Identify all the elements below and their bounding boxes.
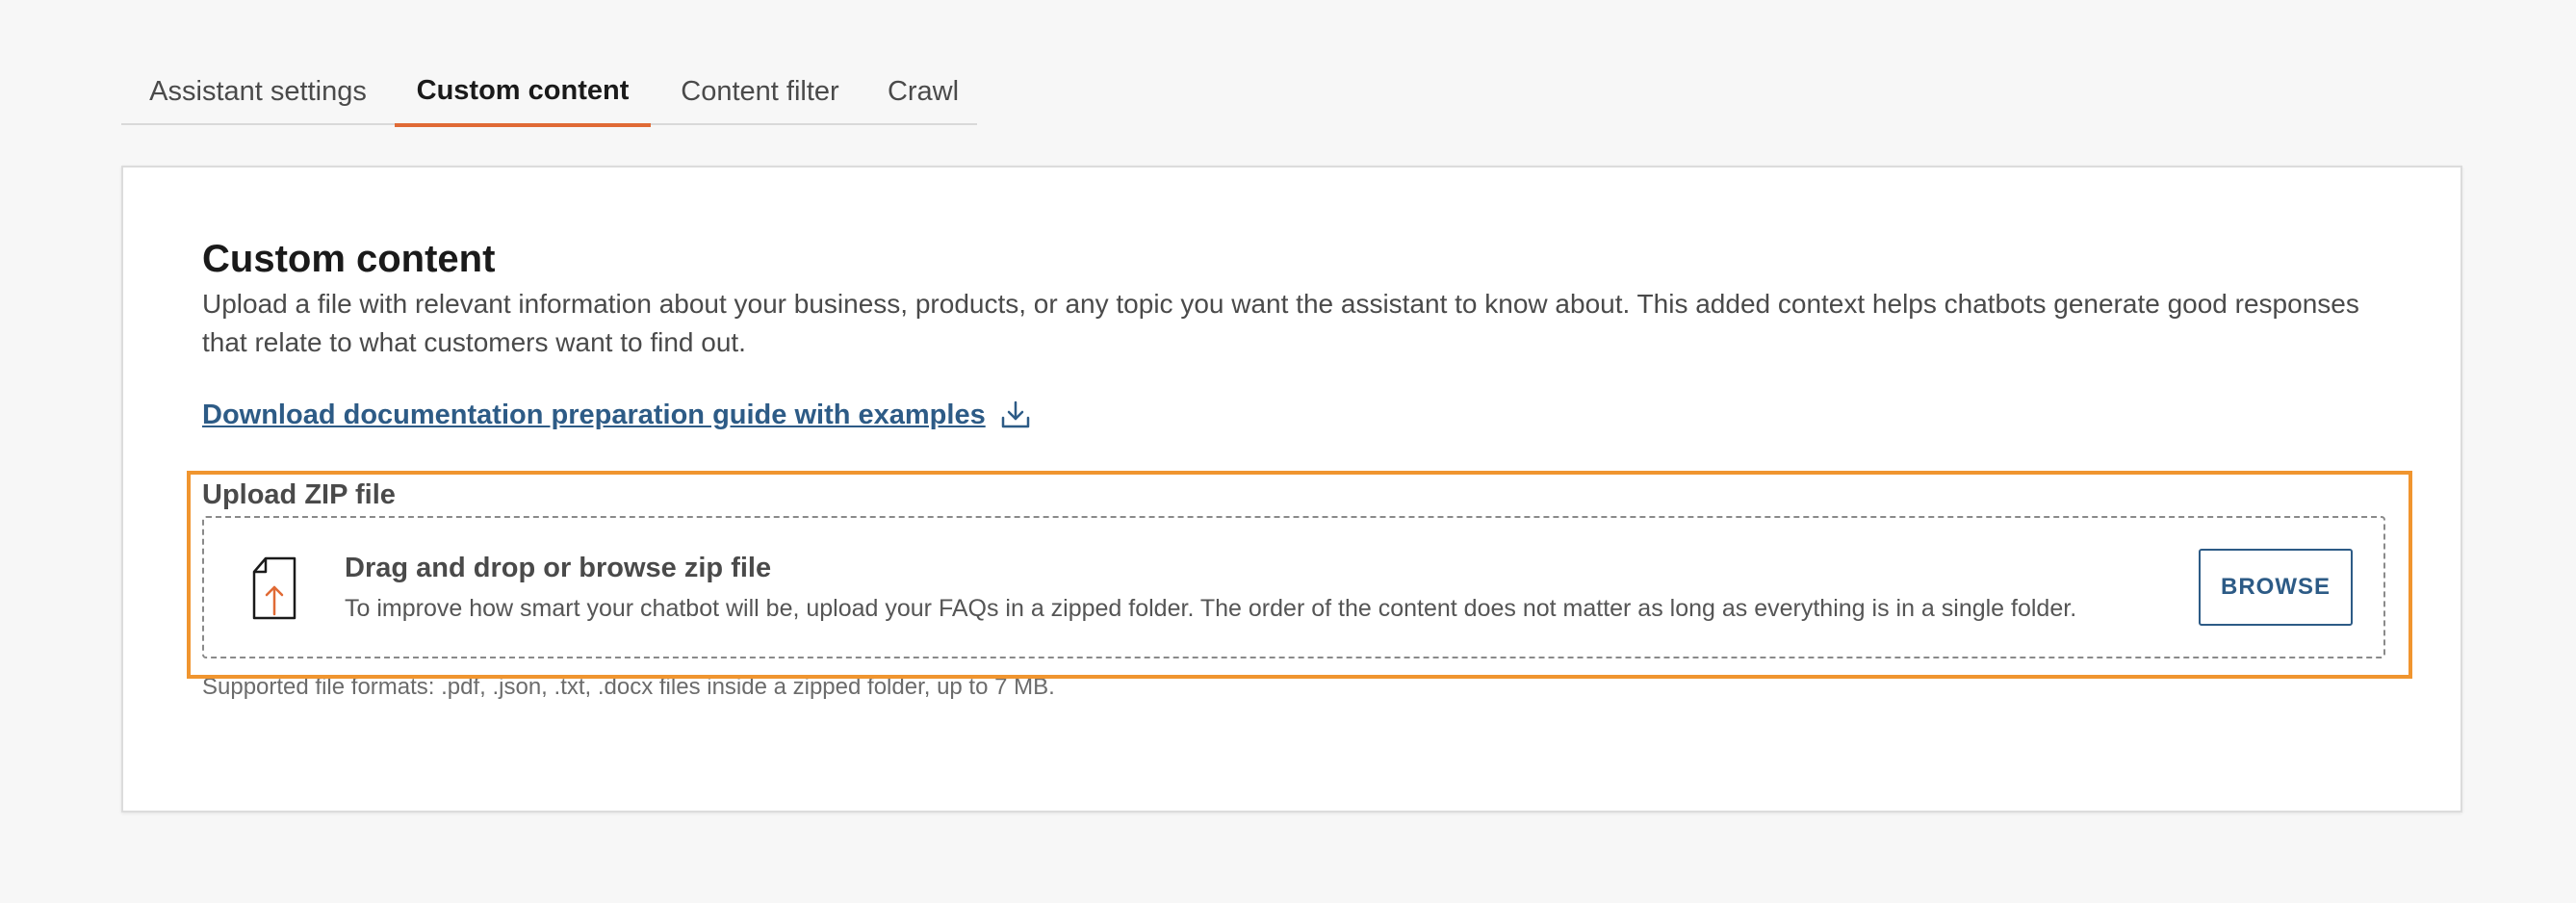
tab-crawl[interactable]: Crawl: [869, 58, 977, 125]
download-guide-link[interactable]: Download documentation preparation guide…: [202, 399, 1032, 431]
dropzone-title: Drag and drop or browse zip file: [345, 553, 772, 583]
supported-formats-note: Supported file formats: .pdf, .json, .tx…: [202, 674, 1055, 700]
page-description: Upload a file with relevant information …: [202, 289, 2359, 357]
tab-bar: Assistant settings Custom content Conten…: [121, 58, 977, 127]
tab-content-filter[interactable]: Content filter: [651, 58, 869, 125]
file-upload-icon: [250, 556, 298, 622]
tab-custom-content[interactable]: Custom content: [395, 58, 651, 127]
custom-content-card: Custom content Upload a file with releva…: [121, 166, 2462, 813]
browse-button[interactable]: BROWSE: [2199, 549, 2353, 626]
dropzone-description: To improve how smart your chatbot will b…: [345, 595, 2077, 622]
download-icon: [999, 399, 1032, 431]
page-title: Custom content: [202, 238, 496, 280]
tab-assistant-settings[interactable]: Assistant settings: [121, 58, 395, 125]
upload-zip-label: Upload ZIP file: [202, 479, 396, 510]
zip-dropzone[interactable]: Drag and drop or browse zip file To impr…: [202, 516, 2385, 658]
download-guide-label: Download documentation preparation guide…: [202, 399, 986, 430]
